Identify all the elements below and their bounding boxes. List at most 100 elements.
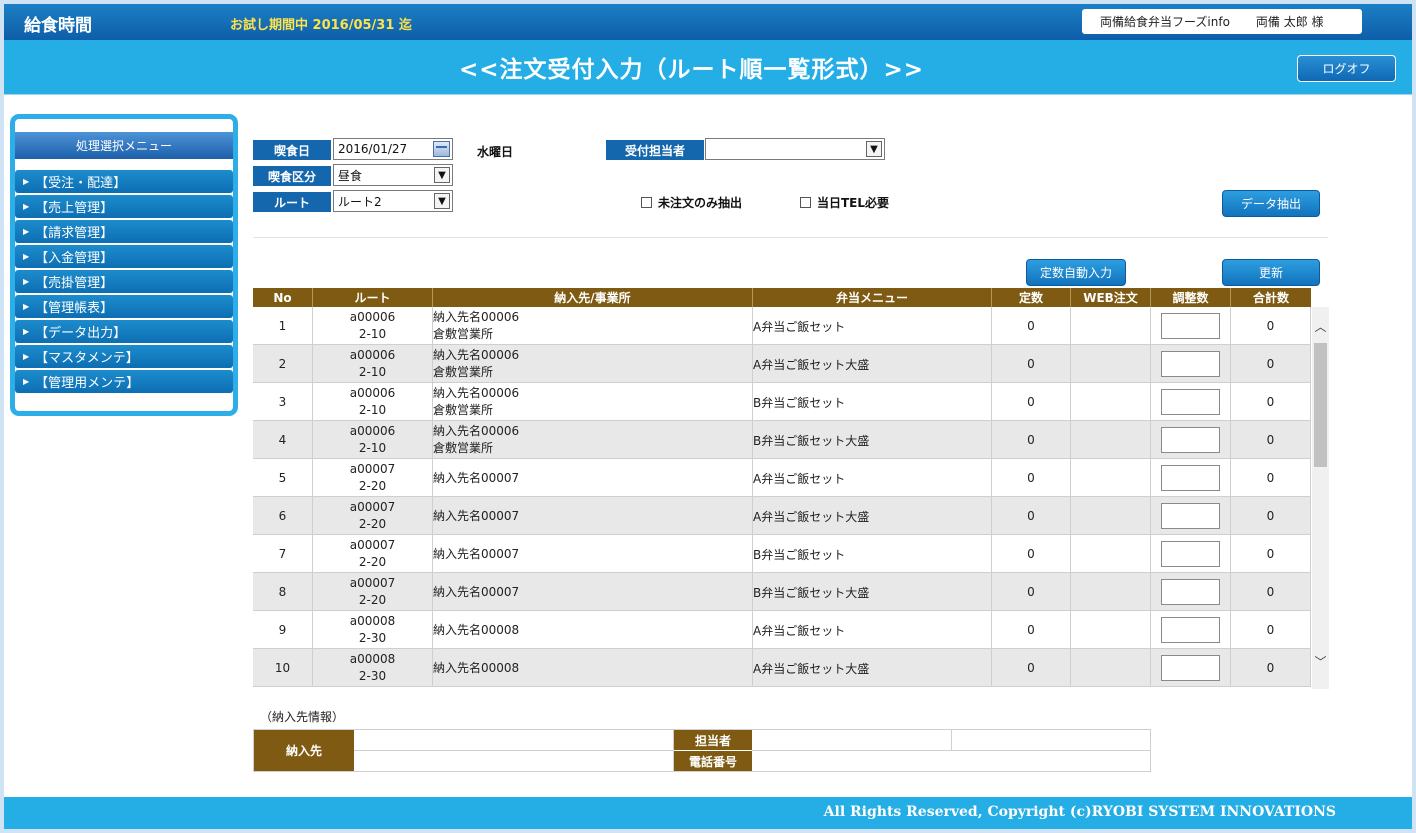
cell-route: a00006 2-10: [313, 345, 433, 383]
adjust-input[interactable]: [1161, 579, 1220, 605]
scroll-down-icon[interactable]: ﹀: [1312, 655, 1329, 669]
section-divider: [253, 237, 1328, 238]
sidebar-item[interactable]: ▶ 【売掛管理】: [15, 270, 233, 293]
app-title: 給食時間: [24, 16, 92, 36]
auto-fill-button[interactable]: 定数自動入力: [1026, 259, 1126, 286]
triangle-right-icon: ▶: [23, 377, 30, 386]
destination-office: 倉敷営業所: [433, 403, 494, 417]
cell-destination: 納入先名00007: [433, 459, 753, 497]
cell-destination: 納入先名00007: [433, 573, 753, 611]
order-table: 1 a00006 2-10 納入先名00006 倉敷営業所 A弁当ご飯セット 0 0 2 a000…: [253, 307, 1311, 689]
destination-office: 倉敷営業所: [433, 365, 494, 379]
adjust-input[interactable]: [1161, 351, 1220, 377]
cell-adjust: [1151, 573, 1231, 611]
copyright-text: All Rights Reserved, Copyright (c)RYOBI …: [823, 804, 1336, 820]
cell-menu: B弁当ご飯セット: [753, 535, 992, 573]
destination-name: 納入先名00008: [433, 622, 520, 637]
chevron-down-icon: ▼: [434, 167, 450, 183]
cell-no: 9: [253, 611, 313, 649]
delivery-staff-value: [752, 730, 952, 751]
footer: All Rights Reserved, Copyright (c)RYOBI …: [4, 797, 1412, 829]
adjust-input[interactable]: [1161, 617, 1220, 643]
title-divider: [4, 94, 1412, 95]
route-code: a00008: [349, 652, 396, 666]
extract-data-button[interactable]: データ抽出: [1222, 190, 1320, 217]
sidebar-item[interactable]: ▶ 【受注・配達】: [15, 170, 233, 193]
col-total: 合計数: [1252, 291, 1289, 305]
cell-route: a00007 2-20: [313, 573, 433, 611]
sidebar-item[interactable]: ▶ 【管理帳表】: [15, 295, 233, 318]
delivery-dest-label: 納入先: [254, 730, 354, 771]
destination-name: 納入先名00007: [433, 584, 520, 599]
checkbox-icon[interactable]: [641, 197, 652, 208]
sidebar-item[interactable]: ▶ 【マスタメンテ】: [15, 345, 233, 368]
destination-office: 倉敷営業所: [433, 327, 494, 341]
route-seq: 2-20: [358, 593, 387, 607]
triangle-right-icon: ▶: [23, 327, 30, 336]
cell-destination: 納入先名00007: [433, 535, 753, 573]
adjust-input[interactable]: [1161, 541, 1220, 567]
cell-route: a00007 2-20: [313, 459, 433, 497]
adjust-input[interactable]: [1161, 427, 1220, 453]
destination-name: 納入先名00006: [433, 310, 520, 324]
route-seq: 2-20: [358, 517, 387, 531]
meal-type-select[interactable]: 昼食 ▼: [333, 164, 453, 186]
table-row: 4 a00006 2-10 納入先名00006 倉敷営業所 B弁当ご飯セット大盛 0 0: [253, 421, 1311, 459]
cell-web-order: [1071, 497, 1151, 535]
sidebar-item[interactable]: ▶ 【データ出力】: [15, 320, 233, 343]
route-select[interactable]: ルート2 ▼: [333, 190, 453, 212]
cell-total: 0: [1231, 421, 1311, 459]
cell-web-order: [1071, 535, 1151, 573]
cell-menu: A弁当ご飯セット: [753, 307, 992, 345]
sidebar-item[interactable]: ▶ 【入金管理】: [15, 245, 233, 268]
sidebar-item[interactable]: ▶ 【売上管理】: [15, 195, 233, 218]
unordered-only-checkbox[interactable]: 未注文のみ抽出: [641, 194, 742, 211]
sidebar-item[interactable]: ▶ 【管理用メンテ】: [15, 370, 233, 393]
route-seq: 2-30: [358, 669, 387, 683]
sidebar-item-label: 【管理用メンテ】: [35, 376, 140, 391]
cell-adjust: [1151, 497, 1231, 535]
cell-web-order: [1071, 459, 1151, 497]
cell-no: 5: [253, 459, 313, 497]
cell-route: a00007 2-20: [313, 497, 433, 535]
cell-destination: 納入先名00006 倉敷営業所: [433, 307, 753, 345]
adjust-input[interactable]: [1161, 503, 1220, 529]
checkbox-icon[interactable]: [800, 197, 811, 208]
calendar-icon[interactable]: [433, 141, 450, 157]
logoff-button[interactable]: ログオフ: [1297, 55, 1396, 82]
cell-total: 0: [1231, 345, 1311, 383]
page-title: <<注文受付入力（ルート順一覧形式）>>: [458, 57, 925, 83]
chevron-down-icon: ▼: [866, 141, 882, 157]
destination-name: 納入先名00007: [433, 470, 520, 485]
route-code: a00007: [349, 538, 396, 552]
col-destination: 納入先/事業所: [433, 288, 753, 307]
scroll-up-icon[interactable]: ︿: [1312, 320, 1329, 334]
adjust-input[interactable]: [1161, 389, 1220, 415]
triangle-right-icon: ▶: [23, 227, 30, 236]
update-button[interactable]: 更新: [1222, 259, 1320, 286]
table-scrollbar[interactable]: ︿ ﹀: [1312, 307, 1329, 689]
cell-adjust: [1151, 535, 1231, 573]
cell-adjust: [1151, 345, 1231, 383]
col-fixed-count: 定数: [992, 288, 1071, 307]
cell-web-order: [1071, 611, 1151, 649]
tel-required-label: 当日TEL必要: [817, 196, 890, 210]
destination-name: 納入先名00008: [433, 660, 520, 675]
cell-web-order: [1071, 421, 1151, 459]
meal-date-field[interactable]: 2016/01/27: [333, 138, 453, 160]
adjust-input[interactable]: [1161, 465, 1220, 491]
delivery-phone-value: [752, 751, 1150, 771]
tel-required-checkbox[interactable]: 当日TEL必要: [800, 194, 889, 211]
delivery-staff-label: 担当者: [674, 730, 752, 750]
table-row: 7 a00007 2-20 納入先名00007 B弁当ご飯セット 0 0: [253, 535, 1311, 573]
destination-name: 納入先名00007: [433, 546, 520, 561]
adjust-input[interactable]: [1161, 313, 1220, 339]
cell-menu: A弁当ご飯セット大盛: [753, 497, 992, 535]
triangle-right-icon: ▶: [23, 302, 30, 311]
route-seq: 2-30: [358, 631, 387, 645]
scroll-thumb[interactable]: [1314, 343, 1327, 467]
cell-fixed-count: 0: [992, 497, 1071, 535]
sidebar-item[interactable]: ▶ 【請求管理】: [15, 220, 233, 243]
adjust-input[interactable]: [1161, 655, 1220, 681]
staff-select[interactable]: ▼: [705, 138, 885, 160]
